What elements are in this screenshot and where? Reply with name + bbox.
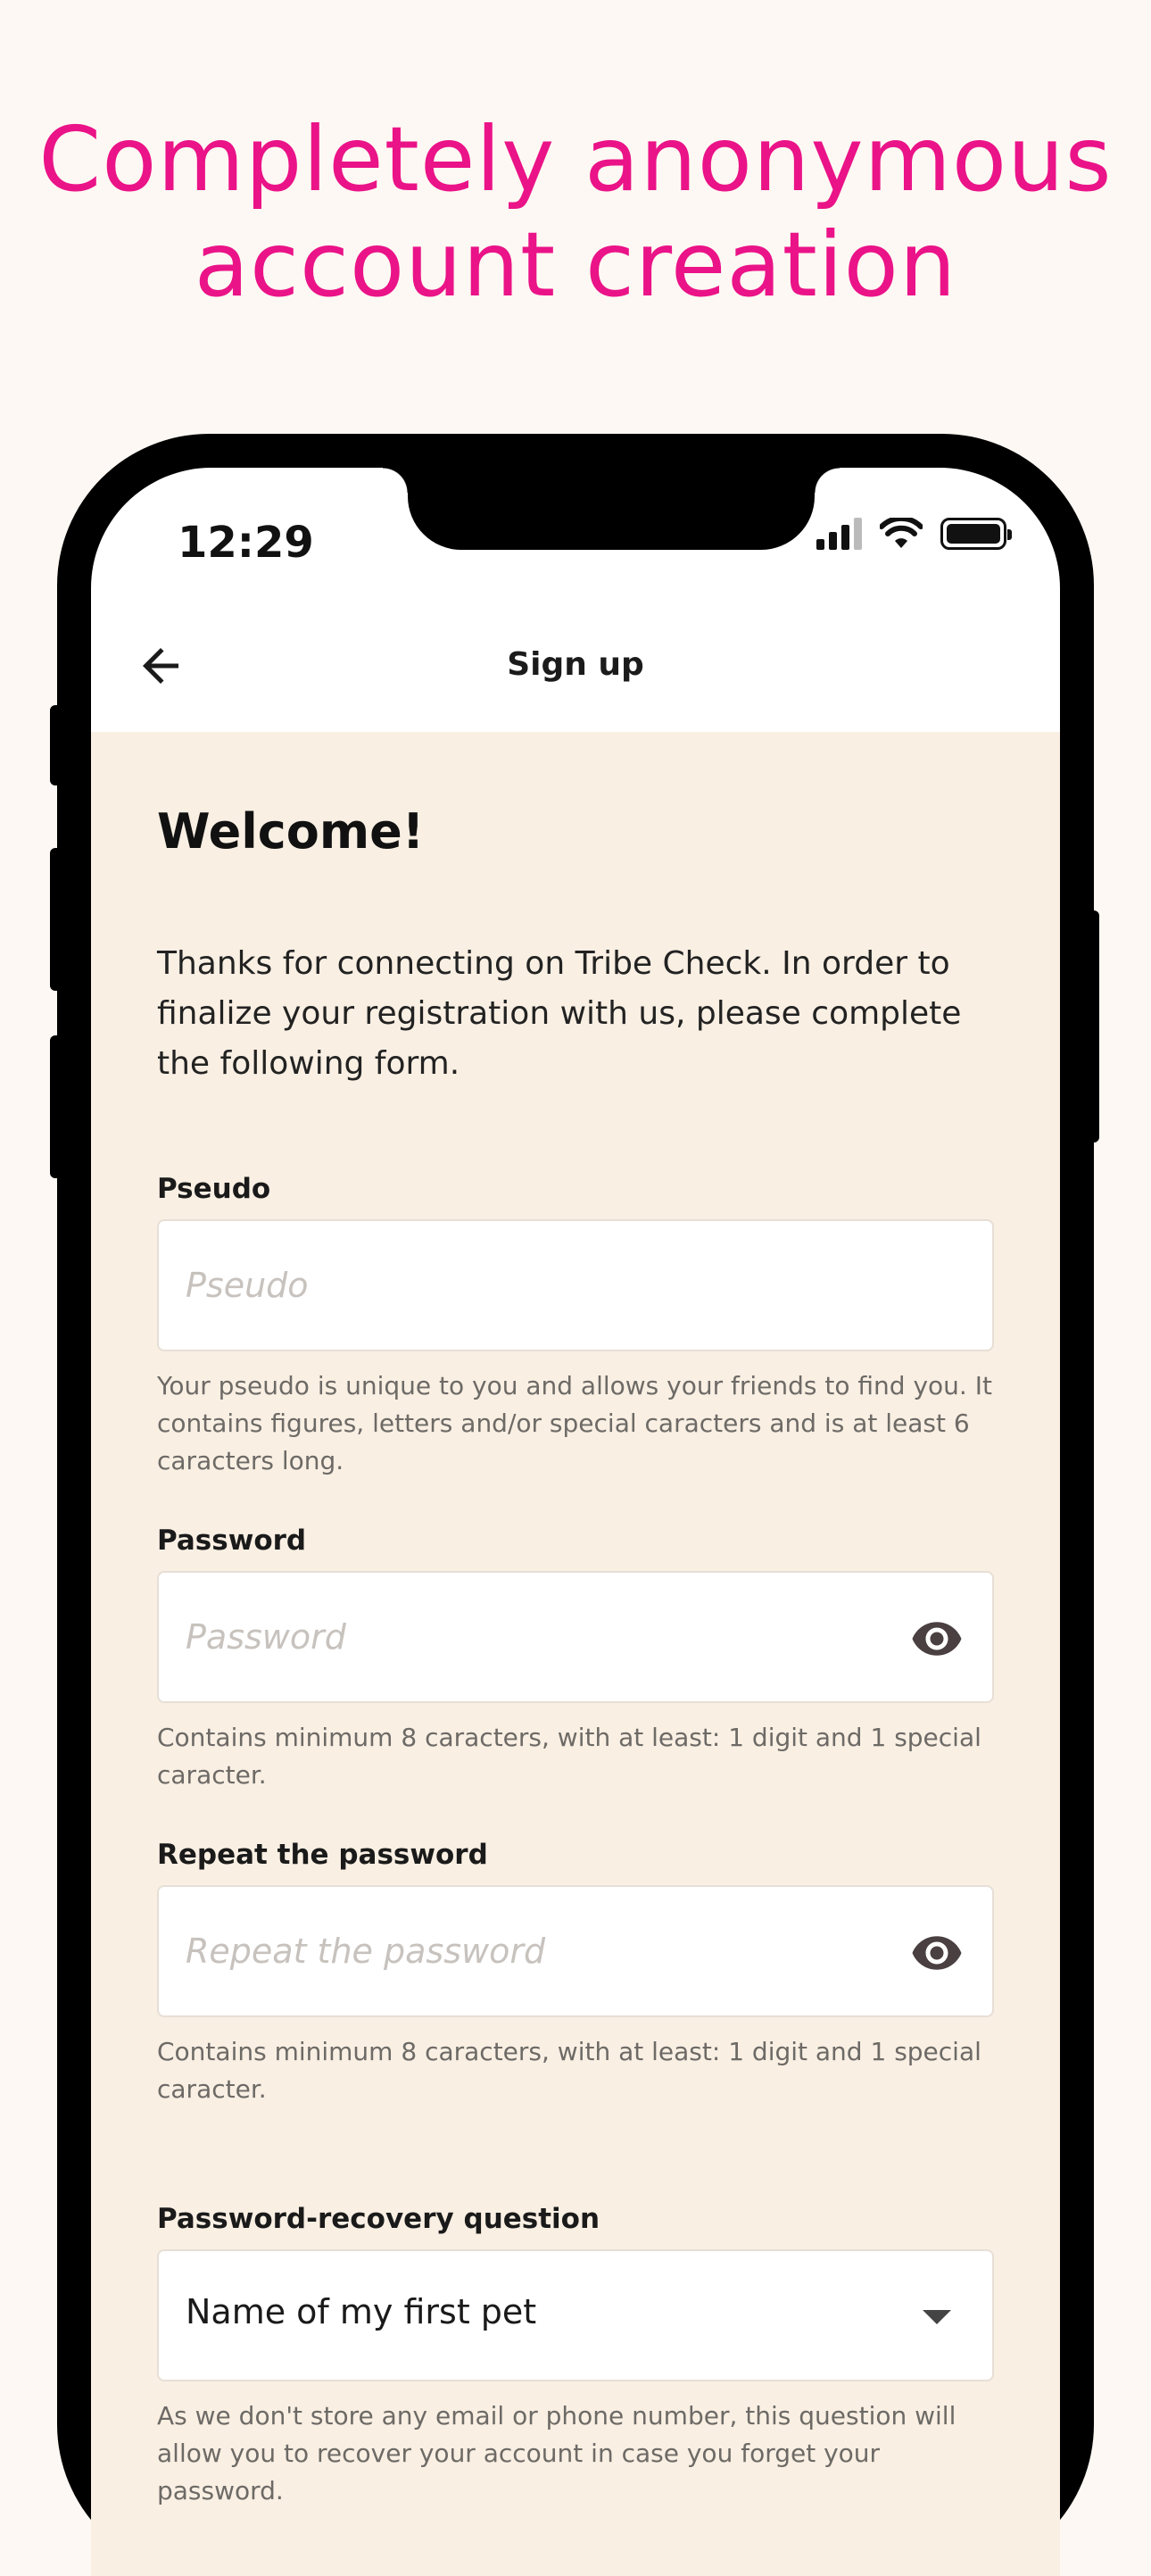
wifi-icon bbox=[880, 518, 923, 548]
pseudo-field[interactable] bbox=[157, 1219, 994, 1351]
password-field[interactable] bbox=[157, 1571, 994, 1703]
recovery-question-select[interactable]: Name of my first pet bbox=[157, 2249, 994, 2381]
headline-line-1: Completely anonymous bbox=[38, 107, 1113, 212]
eye-icon[interactable] bbox=[908, 1612, 965, 1666]
repeat-password-hint: Contains minimum 8 caracters, with at le… bbox=[157, 2037, 981, 2104]
headline-line-2: account creation bbox=[194, 212, 957, 317]
chevron-down-icon[interactable] bbox=[923, 2310, 951, 2324]
recovery-question-label: Password-recovery question bbox=[157, 2203, 600, 2235]
status-time: 12:29 bbox=[178, 518, 314, 568]
repeat-password-field[interactable] bbox=[157, 1885, 994, 2017]
signup-form-area: Welcome! Thanks for connecting on Tribe … bbox=[91, 732, 1060, 2576]
page-title: Sign up bbox=[507, 646, 644, 683]
phone-notch bbox=[383, 468, 840, 550]
phone-frame: 12:29 Sign up Welcome! Thanks for connec… bbox=[57, 434, 1094, 2576]
status-icons bbox=[816, 518, 1012, 550]
signal-icon bbox=[816, 518, 862, 550]
recovery-question-value: Name of my first pet bbox=[186, 2292, 537, 2331]
eye-icon[interactable] bbox=[908, 1926, 965, 1980]
battery-icon bbox=[940, 518, 1012, 550]
password-input[interactable] bbox=[186, 1573, 899, 1701]
repeat-password-label: Repeat the password bbox=[157, 1839, 488, 1871]
pseudo-input[interactable] bbox=[186, 1221, 899, 1350]
app-bar: Sign up bbox=[91, 600, 1060, 732]
welcome-heading: Welcome! bbox=[157, 803, 425, 860]
password-hint: Contains minimum 8 caracters, with at le… bbox=[157, 1723, 981, 1790]
marketing-headline: Completely anonymous account creation bbox=[0, 107, 1151, 318]
recovery-question-hint: As we don't store any email or phone num… bbox=[157, 2401, 956, 2505]
pseudo-label: Pseudo bbox=[157, 1173, 271, 1205]
pseudo-hint: Your pseudo is unique to you and allows … bbox=[157, 1371, 992, 1475]
intro-text: Thanks for connecting on Tribe Check. In… bbox=[157, 945, 962, 1082]
repeat-password-input[interactable] bbox=[186, 1887, 899, 2015]
password-label: Password bbox=[157, 1525, 307, 1557]
phone-screen: 12:29 Sign up Welcome! Thanks for connec… bbox=[91, 468, 1060, 2576]
